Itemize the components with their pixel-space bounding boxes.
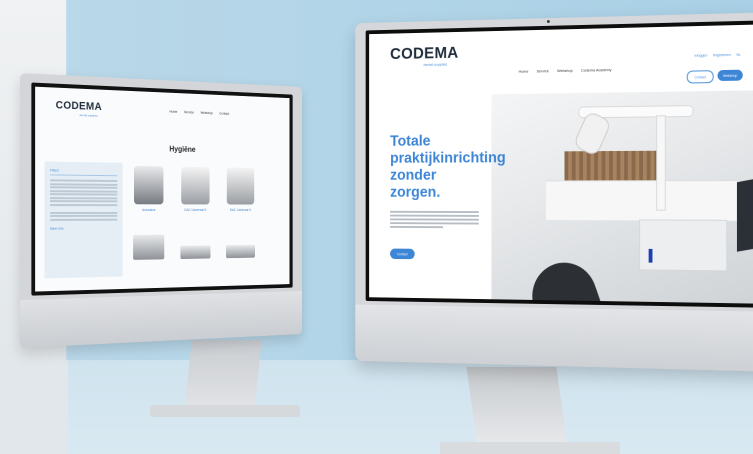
- right-monitor: CODEMA dental supplies Home Service Webs…: [355, 12, 753, 372]
- right-monitor-base: [440, 442, 620, 454]
- left-monitor-base: [150, 405, 300, 417]
- product-card[interactable]: Autoclave: [130, 165, 166, 212]
- left-nav-item[interactable]: Webshop: [200, 111, 212, 115]
- hero-photo: [491, 90, 753, 308]
- left-monitor-stand: [184, 340, 262, 410]
- text-line: [390, 218, 479, 221]
- product-caption[interactable]: DAC Universal S: [178, 208, 213, 212]
- right-screen: CODEMA dental supplies Home Service Webs…: [365, 20, 753, 308]
- right-nav-item[interactable]: Codema Academy: [581, 67, 611, 72]
- register-link[interactable]: Registreren: [713, 53, 731, 57]
- filter-line[interactable]: [50, 196, 118, 199]
- right-monitor-stand: [466, 367, 568, 447]
- login-link[interactable]: Inloggen: [694, 53, 707, 57]
- left-page-title: Hygiëne: [169, 144, 196, 154]
- product-card[interactable]: DAC Universal S: [224, 167, 258, 212]
- text-line: [390, 225, 444, 229]
- filter-line[interactable]: [50, 189, 118, 193]
- product-card[interactable]: DAC Universal S: [178, 166, 213, 212]
- left-logo[interactable]: CODEMA: [56, 99, 102, 113]
- product-image: [181, 166, 210, 205]
- wall-monitor: [736, 177, 753, 252]
- right-nav-item[interactable]: Webshop: [557, 68, 573, 73]
- hero-paragraph: [390, 209, 479, 230]
- filter-header: Filters: [50, 168, 118, 177]
- left-monitor: CODEMA dental supplies Home Service Webs…: [20, 73, 302, 348]
- filter-line[interactable]: [50, 182, 118, 186]
- hero-contact-button[interactable]: Contact: [390, 248, 415, 260]
- product-image: [180, 245, 211, 260]
- right-logo[interactable]: CODEMA: [390, 43, 458, 63]
- filter-line[interactable]: [50, 186, 118, 189]
- instrument-tray: [639, 219, 728, 272]
- left-nav: Home Service Webshop Contact: [169, 110, 229, 116]
- product-image: [226, 167, 255, 205]
- blue-accent: [648, 248, 653, 263]
- left-filter-sidebar: Filters Meer info: [44, 161, 123, 279]
- right-logo-tagline: dental supplies: [423, 61, 448, 67]
- dental-chair: [523, 253, 607, 308]
- filter-line[interactable]: [50, 214, 118, 217]
- hero-line: zorgen.: [390, 184, 441, 201]
- filter-line[interactable]: [50, 218, 118, 221]
- dental-arm-post: [656, 115, 666, 211]
- text-line: [390, 222, 479, 225]
- floor: [0, 360, 753, 454]
- product-card[interactable]: [130, 233, 166, 260]
- left-logo-tagline: dental supplies: [79, 113, 98, 118]
- product-image: [133, 234, 165, 260]
- filter-line[interactable]: [50, 179, 118, 183]
- hero-line: Totale: [390, 133, 431, 150]
- left-nav-item[interactable]: Contact: [219, 112, 229, 116]
- contact-button[interactable]: Contact: [686, 70, 714, 84]
- hero-line: zonder: [390, 167, 437, 184]
- left-nav-item[interactable]: Home: [169, 110, 177, 114]
- hero-heading: Totale praktijkinrichting zonder zorgen.: [390, 132, 515, 201]
- filter-line[interactable]: [50, 193, 118, 196]
- right-nav: Home Service Webshop Codema Academy: [519, 67, 612, 74]
- cabinet: [546, 180, 753, 221]
- filter-line[interactable]: [50, 211, 118, 214]
- product-card[interactable]: [224, 232, 258, 259]
- product-caption[interactable]: Autoclave: [130, 208, 166, 212]
- left-screen: CODEMA dental supplies Home Service Webs…: [31, 82, 293, 296]
- filter-more-link[interactable]: Meer info: [50, 226, 117, 230]
- filter-line[interactable]: [50, 203, 118, 206]
- right-monitor-chin: [355, 304, 753, 372]
- floor-left: [0, 360, 68, 454]
- right-top-links: Inloggen Registreren NL: [694, 53, 740, 58]
- text-line: [390, 210, 479, 214]
- hero-line: praktijkinrichting: [390, 149, 506, 167]
- left-nav-item[interactable]: Service: [184, 110, 194, 114]
- text-line: [390, 214, 479, 217]
- webshop-button[interactable]: Webshop: [717, 69, 743, 82]
- camera-icon: [546, 20, 550, 23]
- product-image: [133, 165, 164, 205]
- right-nav-item[interactable]: Service: [537, 68, 549, 73]
- product-image: [225, 244, 255, 259]
- filter-line[interactable]: [50, 200, 118, 203]
- language-switch[interactable]: NL: [736, 53, 740, 57]
- product-card[interactable]: [178, 232, 213, 260]
- right-nav-item[interactable]: Home: [519, 69, 529, 74]
- product-caption[interactable]: DAC Universal S: [224, 208, 258, 212]
